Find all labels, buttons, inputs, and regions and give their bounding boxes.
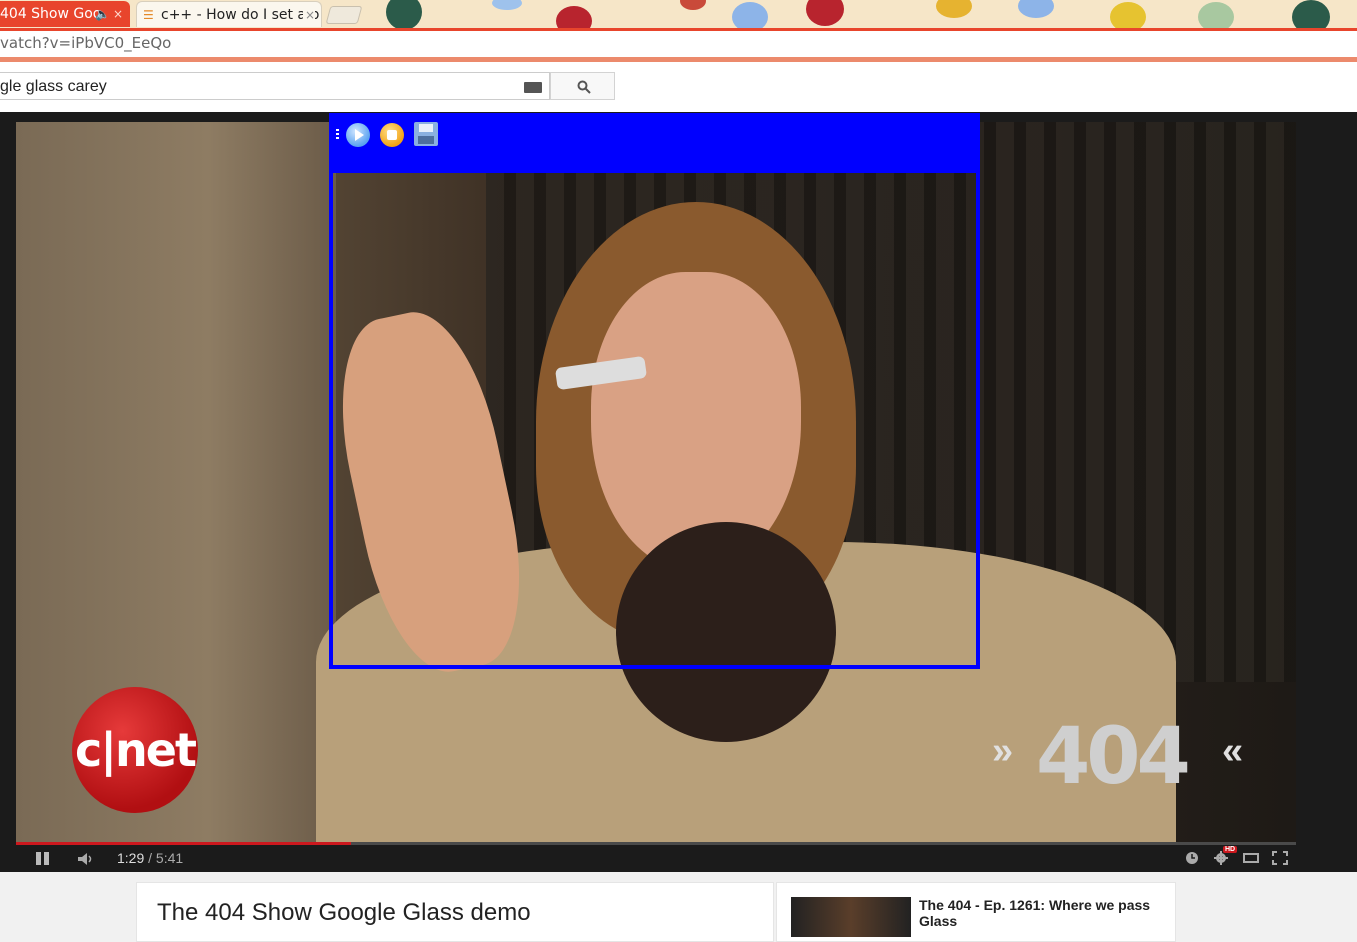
tab-strip: 404 Show Goo 🔈 × ☰ c++ - How do I set a … <box>0 0 1357 28</box>
time-display: 1:29 / 5:41 <box>117 850 183 866</box>
audio-icon[interactable]: 🔈 <box>95 1 110 27</box>
related-title[interactable]: The 404 - Ep. 1261: Where we pass Glass <box>919 897 1169 929</box>
ornament-decoration <box>556 6 592 28</box>
ornament-decoration <box>1292 0 1330 28</box>
search-icon <box>577 80 591 94</box>
stop-icon[interactable] <box>380 123 404 147</box>
player-controls: 1:29 / 5:41 HD <box>16 845 1296 872</box>
chevron-left-icon: « <box>1222 730 1244 772</box>
gear-icon[interactable] <box>1213 851 1229 865</box>
ornament-decoration <box>1110 2 1146 28</box>
duration: 5:41 <box>155 850 184 866</box>
url-text[interactable]: vatch?v=iPbVC0_EeQo <box>0 34 171 52</box>
video-title: The 404 Show Google Glass demo <box>157 899 531 926</box>
tab-label: c++ - How do I set a b <box>161 7 320 23</box>
address-bar[interactable]: vatch?v=iPbVC0_EeQo <box>0 31 1357 57</box>
ornament-decoration <box>1198 2 1234 28</box>
search-input[interactable]: gle glass carey <box>0 72 550 100</box>
site-header: gle glass carey <box>0 62 1357 113</box>
ornament-decoration <box>492 0 522 10</box>
hd-badge: HD <box>1223 846 1238 853</box>
keyboard-icon[interactable] <box>524 82 542 93</box>
ornament-decoration <box>386 0 422 28</box>
chevron-right-icon: » <box>992 730 1014 772</box>
related-thumbnail[interactable] <box>791 897 911 937</box>
tab-label: 404 Show Goo <box>0 6 102 22</box>
ornament-decoration <box>1018 0 1054 18</box>
theater-mode-icon[interactable] <box>1243 851 1259 865</box>
time-separator: / <box>144 850 156 866</box>
stackoverflow-icon: ☰ <box>143 8 154 22</box>
watch-info: The 404 Show Google Glass demo The 404 -… <box>0 872 1357 942</box>
play-icon[interactable] <box>346 123 370 147</box>
ornament-decoration <box>806 0 844 26</box>
fullscreen-icon[interactable] <box>1272 851 1288 865</box>
search-query: gle glass carey <box>0 78 107 95</box>
current-time: 1:29 <box>117 850 145 866</box>
pause-icon[interactable] <box>36 852 50 865</box>
ornament-decoration <box>732 2 768 28</box>
close-icon[interactable]: × <box>113 1 123 27</box>
tab-stackoverflow[interactable]: ☰ c++ - How do I set a b × <box>136 1 322 27</box>
cnet-logo: c|net <box>72 687 198 813</box>
drag-handle-icon[interactable] <box>336 129 339 139</box>
volume-icon[interactable] <box>78 853 94 865</box>
recorder-overlay-window[interactable] <box>329 113 980 669</box>
search-button[interactable] <box>550 72 615 100</box>
new-tab-button[interactable] <box>325 6 363 24</box>
save-icon[interactable] <box>414 122 438 146</box>
ornament-decoration <box>680 0 706 10</box>
video-info-card: The 404 Show Google Glass demo <box>136 882 774 942</box>
recorder-toolbar <box>333 117 976 173</box>
related-video[interactable]: The 404 - Ep. 1261: Where we pass Glass <box>776 882 1176 942</box>
close-icon[interactable]: × <box>303 2 316 27</box>
watch-later-icon[interactable] <box>1184 851 1200 865</box>
ornament-decoration <box>936 0 972 18</box>
show-logo: 404 <box>1036 712 1191 802</box>
tab-youtube[interactable]: 404 Show Goo 🔈 × <box>0 1 130 27</box>
